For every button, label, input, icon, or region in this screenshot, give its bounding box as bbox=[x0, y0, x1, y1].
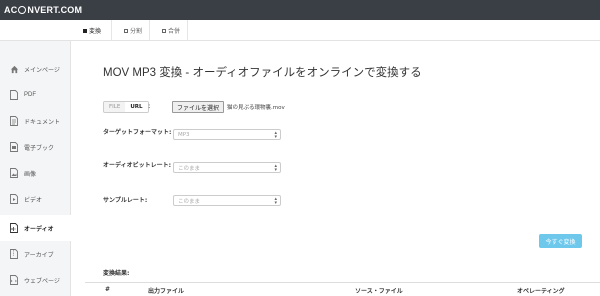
select-value: このまま bbox=[178, 198, 201, 205]
document-icon bbox=[9, 116, 19, 126]
logo-text-left: AC bbox=[4, 5, 18, 15]
column-header-source-file: ソース・ファイル bbox=[355, 288, 403, 295]
sidebar-item-label: アーカイブ bbox=[24, 252, 54, 259]
site-logo[interactable]: AC NVERT.COM bbox=[4, 4, 82, 16]
select-arrows-icon: ▴ ▾ bbox=[274, 196, 277, 206]
archive-icon bbox=[9, 249, 19, 259]
select-arrows-icon: ▴ ▾ bbox=[274, 163, 277, 173]
video-icon bbox=[9, 194, 19, 204]
pdf-file-icon bbox=[9, 90, 19, 100]
checkbox-checked-icon bbox=[83, 28, 87, 33]
sidebar-item-home[interactable]: メインページ bbox=[0, 56, 71, 82]
tab-merge[interactable]: 合併 bbox=[150, 20, 188, 41]
sample-rate-label: サンプルレート: bbox=[103, 197, 148, 204]
selected-file-name: 猫の見ぷる環物裏.mov bbox=[227, 105, 285, 111]
sidebar-item-label: オーディオ bbox=[24, 226, 54, 233]
sidebar-item-pdf[interactable]: PDF bbox=[0, 82, 71, 108]
choose-file-button[interactable]: ファイルを選択 bbox=[172, 101, 225, 113]
sidebar: メインページ PDF ドキュメント 電子ブック 画像 ビデオ オーディオ アーカ… bbox=[0, 41, 75, 296]
results-table-header: # 出力ファイル ソース・ファイル オペレーティング bbox=[85, 282, 600, 296]
audio-bitrate-label: オーディオビットレート: bbox=[103, 162, 171, 169]
home-icon bbox=[9, 64, 19, 74]
tab-label: 変換 bbox=[89, 28, 102, 35]
column-header-operation: オペレーティング bbox=[517, 288, 565, 295]
page-title: MOV MP3 変換 - オーディオファイルをオンラインで変換する bbox=[103, 67, 422, 79]
checkbox-icon bbox=[124, 28, 128, 33]
source-colon: : bbox=[148, 102, 151, 110]
source-file-option[interactable]: FILE bbox=[104, 102, 126, 112]
tab-convert[interactable]: 変換 bbox=[71, 20, 112, 41]
source-toggle[interactable]: FILE URL bbox=[103, 101, 149, 113]
source-url-option[interactable]: URL bbox=[125, 102, 148, 112]
column-header-output-file: 出力ファイル bbox=[148, 288, 185, 295]
sidebar-item-audio[interactable]: オーディオ bbox=[0, 215, 75, 241]
checkbox-icon bbox=[162, 28, 166, 33]
webpage-icon bbox=[9, 275, 19, 285]
select-value: このまま bbox=[178, 165, 201, 172]
audio-file-icon bbox=[9, 223, 19, 233]
results-label: 変換結果: bbox=[103, 270, 130, 277]
sidebar-item-label: 画像 bbox=[24, 171, 37, 178]
sidebar-item-label: 電子ブック bbox=[24, 145, 55, 152]
column-header-index: # bbox=[105, 286, 111, 293]
logo-ring-icon bbox=[18, 6, 27, 14]
sample-rate-select[interactable]: このまま ▴ ▾ bbox=[173, 195, 281, 206]
select-arrows-icon: ▴ ▾ bbox=[274, 130, 277, 140]
top-bar: AC NVERT.COM bbox=[0, 0, 600, 20]
sidebar-item-label: メインページ bbox=[24, 67, 60, 74]
sidebar-item-ebook[interactable]: 電子ブック bbox=[0, 134, 71, 160]
convert-now-button[interactable]: 今すぐ変換 bbox=[539, 234, 582, 248]
sidebar-item-label: ビデオ bbox=[24, 197, 43, 204]
sidebar-item-document[interactable]: ドキュメント bbox=[0, 108, 71, 134]
sidebar-item-label: ドキュメント bbox=[24, 119, 61, 126]
logo-text-right: NVERT.COM bbox=[27, 5, 83, 15]
select-value: MP3 bbox=[178, 131, 190, 138]
tool-tabs: 変換 分割 合併 bbox=[0, 20, 600, 41]
audio-bitrate-select[interactable]: このまま ▴ ▾ bbox=[173, 162, 281, 173]
sidebar-item-image[interactable]: 画像 bbox=[0, 160, 71, 186]
image-icon bbox=[9, 168, 19, 178]
tab-split[interactable]: 分割 bbox=[112, 20, 150, 41]
tab-label: 分割 bbox=[130, 28, 143, 35]
sidebar-item-webpage[interactable]: ウェブページ bbox=[0, 267, 71, 293]
sidebar-item-label: PDF bbox=[24, 92, 36, 98]
target-format-select[interactable]: MP3 ▴ ▾ bbox=[173, 129, 281, 140]
sidebar-item-video[interactable]: ビデオ bbox=[0, 186, 71, 212]
ebook-icon bbox=[9, 142, 19, 152]
target-format-label: ターゲットフォーマット: bbox=[103, 129, 172, 136]
sidebar-item-archive[interactable]: アーカイブ bbox=[0, 241, 71, 267]
sidebar-item-label: ウェブページ bbox=[24, 278, 60, 285]
tab-label: 合併 bbox=[168, 28, 181, 35]
